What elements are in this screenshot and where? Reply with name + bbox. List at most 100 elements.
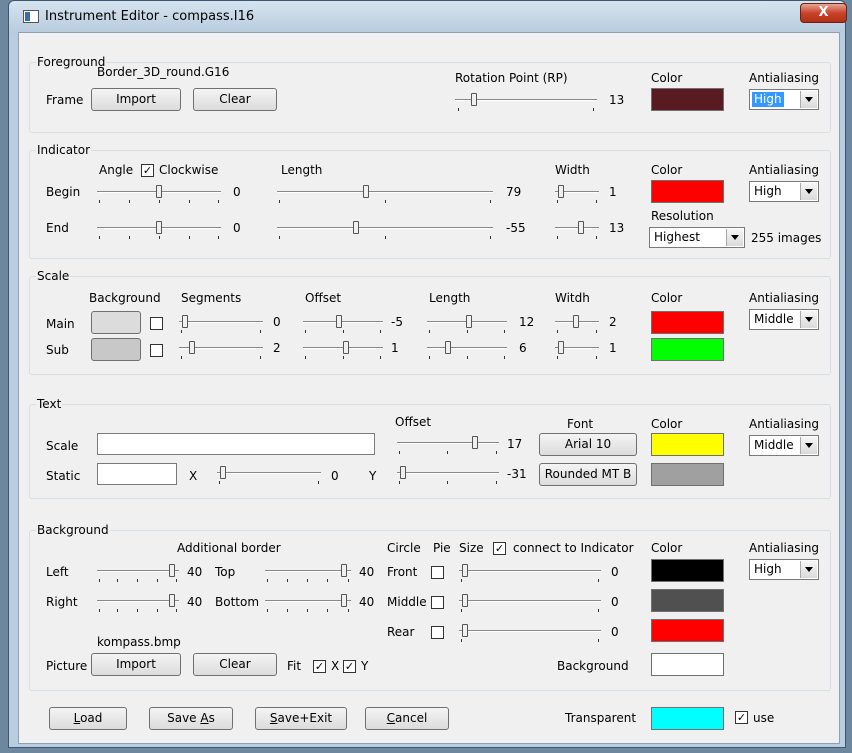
slider-thumb[interactable] (472, 436, 478, 449)
sub-background-button[interactable] (91, 338, 141, 361)
middle-pie-checkbox[interactable] (431, 596, 444, 609)
slider-thumb[interactable] (353, 221, 359, 234)
end-angle-slider[interactable] (97, 219, 221, 239)
slider-thumb[interactable] (573, 315, 579, 328)
sub-offset-slider[interactable] (303, 339, 383, 359)
connect-indicator-checkbox[interactable]: ✓ (493, 542, 506, 555)
slider-thumb[interactable] (462, 594, 468, 607)
main-length-slider[interactable] (427, 313, 507, 333)
picture-clear-button[interactable]: Clear (193, 653, 277, 676)
chevron-down-icon[interactable] (726, 229, 743, 246)
text-antialias-select[interactable]: Middle (749, 435, 819, 456)
foreground-color-swatch[interactable] (651, 88, 724, 111)
main-color-swatch[interactable] (651, 311, 724, 334)
static-y-slider[interactable] (397, 464, 499, 484)
scale-text-input[interactable] (97, 433, 375, 455)
sub-length-slider[interactable] (427, 339, 507, 359)
slider-thumb[interactable] (462, 624, 468, 637)
rear-size-slider[interactable] (459, 622, 601, 642)
save-exit-button[interactable]: Save+Exit (255, 707, 347, 730)
slider-thumb[interactable] (445, 341, 451, 354)
slider-thumb[interactable] (558, 185, 564, 198)
border-top-slider[interactable] (265, 562, 351, 582)
main-offset-slider[interactable] (303, 313, 383, 333)
background-color-swatch[interactable] (651, 653, 724, 676)
indicator-antialias-select[interactable]: High (749, 181, 819, 202)
foreground-antialias-select[interactable]: High (749, 89, 819, 110)
slider-thumb[interactable] (169, 594, 175, 607)
front-size-slider[interactable] (459, 562, 601, 582)
begin-angle-slider[interactable] (97, 183, 221, 203)
clockwise-checkbox[interactable]: ✓ (141, 164, 154, 177)
scale-font-button[interactable]: Arial 10 (539, 433, 637, 456)
use-label: use (753, 711, 775, 725)
cancel-button[interactable]: Cancel (365, 707, 449, 730)
static-text-input[interactable] (97, 463, 177, 485)
static-text-color-swatch[interactable] (651, 463, 724, 486)
background-antialias-select[interactable]: High (749, 559, 819, 580)
chevron-down-icon[interactable] (800, 437, 817, 454)
slider-thumb[interactable] (220, 466, 226, 479)
chevron-down-icon[interactable] (800, 311, 817, 328)
slider-thumb[interactable] (182, 315, 188, 328)
static-x-slider[interactable] (217, 464, 321, 484)
chevron-down-icon[interactable] (800, 91, 817, 108)
frame-clear-button[interactable]: Clear (193, 88, 277, 111)
sub-segments-slider[interactable] (179, 339, 263, 359)
picture-import-button[interactable]: Import (91, 653, 181, 676)
slider-thumb[interactable] (471, 93, 477, 106)
end-width-slider[interactable] (555, 219, 599, 239)
load-button[interactable]: Load (49, 707, 127, 730)
border-right-slider[interactable] (97, 592, 179, 612)
border-bottom-slider[interactable] (265, 592, 351, 612)
scale-text-color-swatch[interactable] (651, 433, 724, 456)
slider-thumb[interactable] (343, 341, 349, 354)
frame-import-button[interactable]: Import (91, 88, 181, 111)
slider-thumb[interactable] (341, 564, 347, 577)
sub-background-checkbox[interactable] (150, 344, 163, 357)
slider-thumb[interactable] (466, 315, 472, 328)
main-background-button[interactable] (91, 311, 141, 334)
fit-x-checkbox[interactable]: ✓ (313, 660, 326, 673)
chevron-down-icon[interactable] (800, 183, 817, 200)
transparent-color-swatch[interactable] (651, 707, 724, 730)
slider-thumb[interactable] (156, 185, 162, 198)
main-width-slider[interactable] (555, 313, 599, 333)
rear-pie-checkbox[interactable] (431, 626, 444, 639)
slider-thumb[interactable] (156, 221, 162, 234)
slider-thumb[interactable] (462, 564, 468, 577)
slider-thumb[interactable] (341, 594, 347, 607)
front-color-swatch[interactable] (651, 559, 724, 582)
use-transparent-checkbox[interactable]: ✓ (735, 711, 748, 724)
save-as-button[interactable]: Save As (149, 707, 233, 730)
close-button[interactable]: X (800, 3, 847, 23)
slider-thumb[interactable] (169, 564, 175, 577)
border-left-slider[interactable] (97, 562, 179, 582)
static-font-button[interactable]: Rounded MT B (539, 463, 637, 486)
slider-thumb[interactable] (558, 341, 564, 354)
text-offset-slider[interactable] (397, 434, 499, 454)
slider-thumb[interactable] (363, 185, 369, 198)
indicator-color-swatch[interactable] (651, 180, 724, 203)
main-segments-slider[interactable] (179, 313, 263, 333)
main-background-checkbox[interactable] (150, 317, 163, 330)
rotation-point-slider[interactable] (455, 91, 597, 111)
rear-color-swatch[interactable] (651, 619, 724, 642)
end-length-slider[interactable] (277, 219, 493, 239)
slider-thumb[interactable] (336, 315, 342, 328)
sub-width-slider[interactable] (555, 339, 599, 359)
middle-color-swatch[interactable] (651, 589, 724, 612)
title-bar[interactable]: Instrument Editor - compass.I16 X (9, 1, 847, 33)
front-pie-checkbox[interactable] (431, 566, 444, 579)
slider-thumb[interactable] (578, 221, 584, 234)
fit-y-checkbox[interactable]: ✓ (343, 660, 356, 673)
chevron-down-icon[interactable] (800, 561, 817, 578)
resolution-select[interactable]: Highest (649, 227, 745, 248)
begin-width-slider[interactable] (555, 183, 599, 203)
middle-size-slider[interactable] (459, 592, 601, 612)
begin-length-slider[interactable] (277, 183, 493, 203)
scale-antialias-select[interactable]: Middle (749, 309, 819, 330)
slider-thumb[interactable] (189, 341, 195, 354)
slider-thumb[interactable] (400, 466, 406, 479)
sub-color-swatch[interactable] (651, 338, 724, 361)
